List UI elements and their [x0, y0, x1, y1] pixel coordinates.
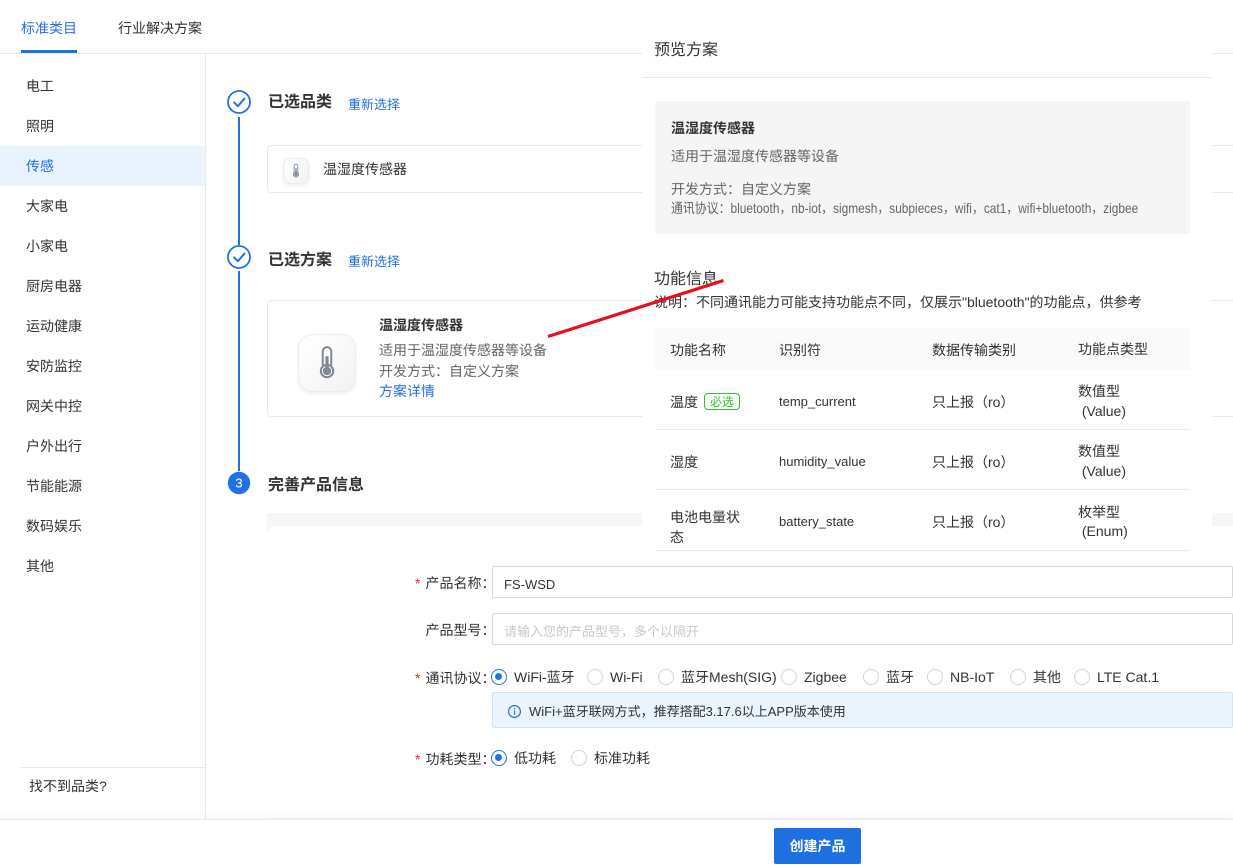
svg-text:3: 3 — [235, 476, 242, 491]
